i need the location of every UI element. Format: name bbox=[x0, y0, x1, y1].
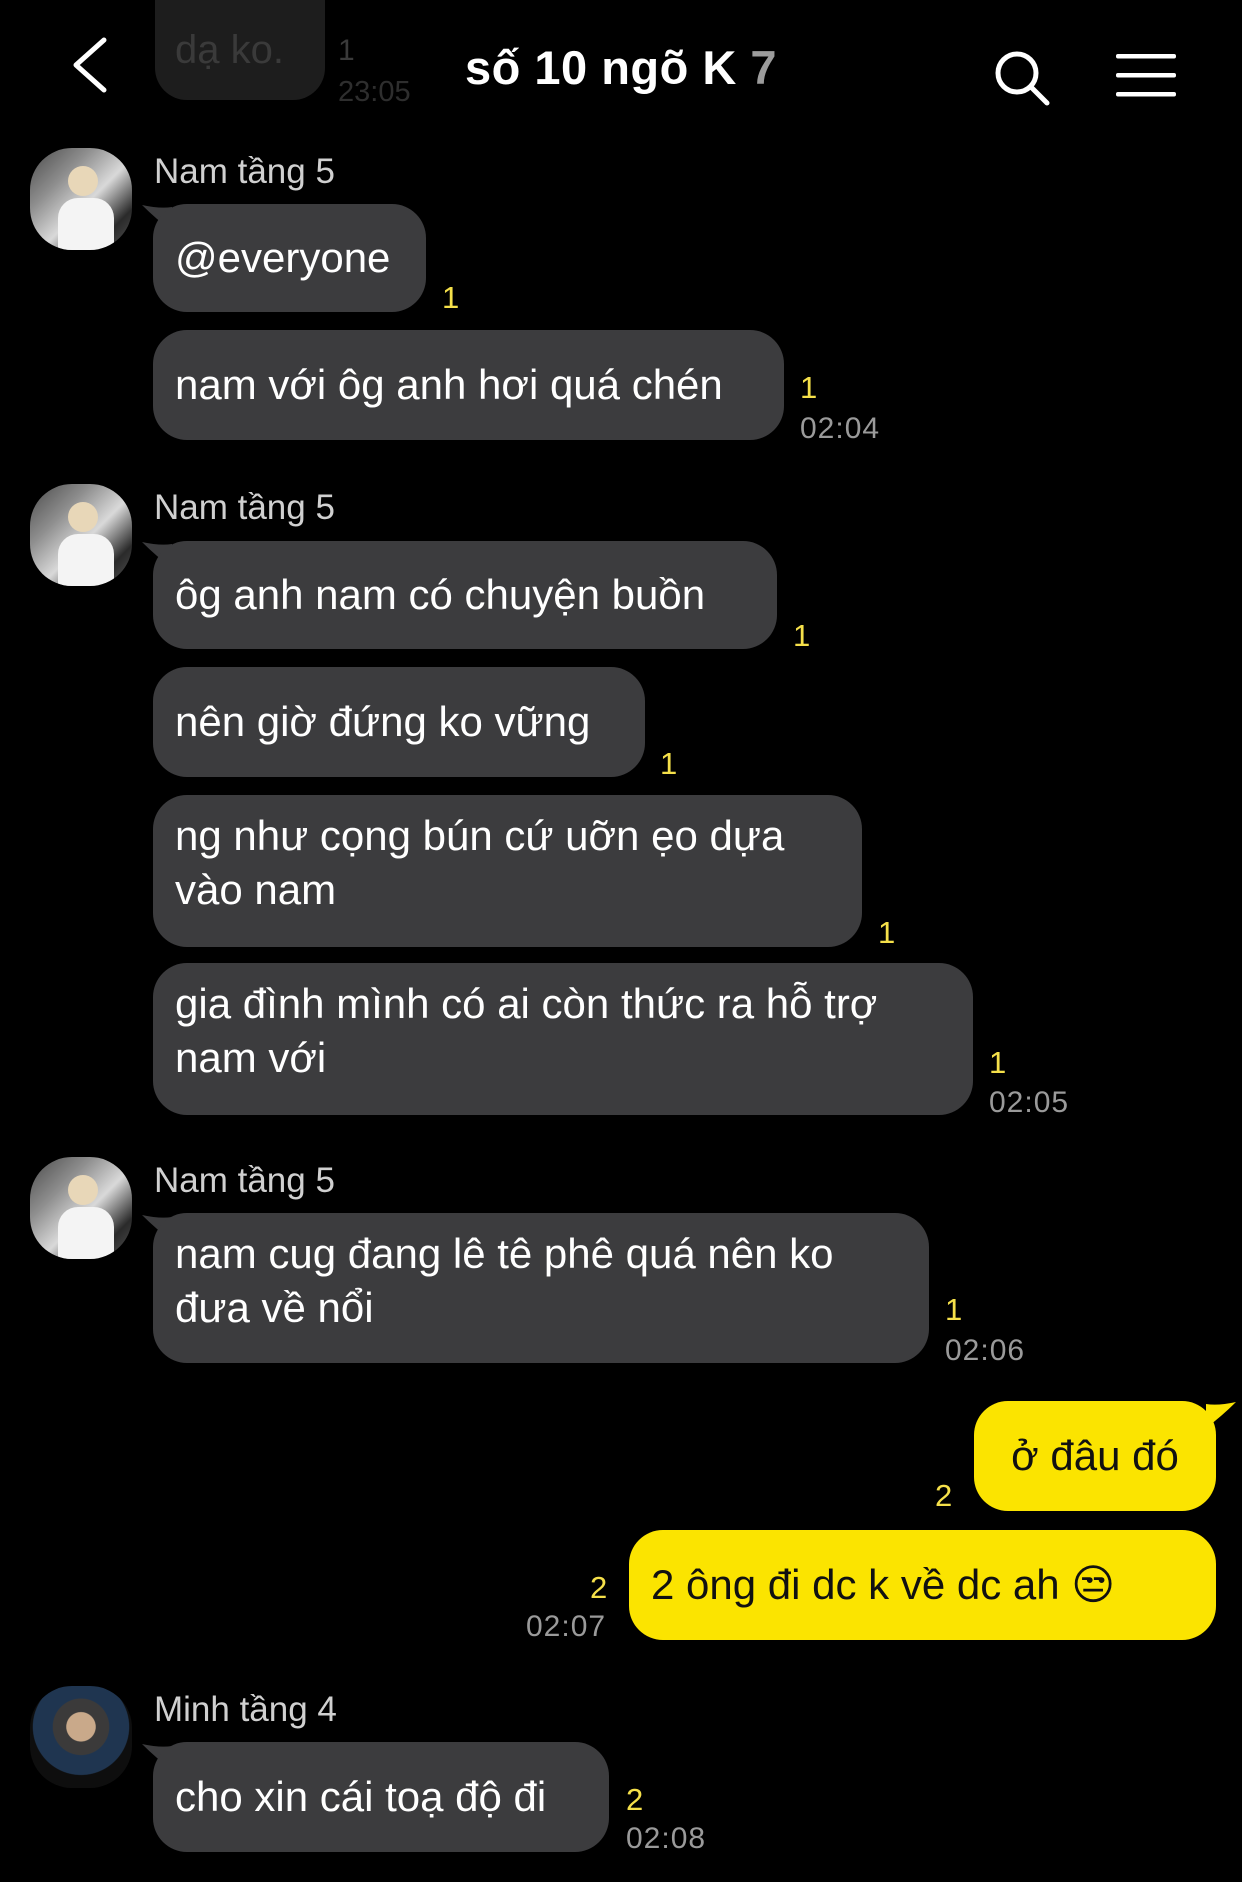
sender-name: Nam tầng 5 bbox=[154, 152, 335, 191]
message-text-line: vào nam bbox=[175, 866, 337, 913]
read-count: 1 bbox=[800, 370, 818, 405]
read-count: 1 bbox=[660, 746, 678, 781]
my-message-bubble[interactable]: 2 ông đi dc k về dc ah 😒 bbox=[629, 1530, 1216, 1640]
read-count: 2 bbox=[590, 1570, 608, 1605]
message-text: ôg anh nam có chuyện buồn bbox=[175, 571, 706, 618]
chat-name: số 10 ngõ K bbox=[464, 41, 737, 94]
message-bubble[interactable]: ôg anh nam có chuyện buồn bbox=[153, 541, 777, 649]
message-text-line: ng như cọng bún cứ uỡn ẹo dựa bbox=[175, 812, 785, 859]
timestamp: 02:04 bbox=[800, 412, 881, 445]
message-bubble[interactable]: ng như cọng bún cứ uỡn ẹo dựa vào nam bbox=[153, 795, 862, 947]
read-count: 1 bbox=[989, 1045, 1007, 1080]
avatar-nam[interactable] bbox=[30, 484, 132, 586]
message-bubble[interactable]: gia đình mình có ai còn thức ra hỗ trợ n… bbox=[153, 963, 973, 1115]
message-bubble[interactable]: cho xin cái toạ độ đi bbox=[153, 1742, 609, 1852]
sender-name: Nam tầng 5 bbox=[154, 1161, 335, 1200]
read-count: 1 bbox=[442, 280, 460, 315]
read-count: 2 bbox=[935, 1478, 953, 1513]
read-count: 1 bbox=[878, 915, 896, 950]
read-count: 1 bbox=[793, 618, 811, 653]
avatar-nam[interactable] bbox=[30, 148, 132, 250]
read-count: 2 bbox=[626, 1782, 644, 1817]
sender-name: Minh tầng 4 bbox=[154, 1690, 337, 1729]
timestamp: 02:08 bbox=[626, 1822, 707, 1855]
search-icon[interactable] bbox=[992, 48, 1052, 108]
message-text: 2 ông đi dc k về dc ah 😒 bbox=[651, 1561, 1116, 1608]
message-bubble[interactable]: @everyone bbox=[153, 204, 426, 312]
chat-title: số 10 ngõ K 7 bbox=[0, 40, 1242, 95]
message-text-line: nam với bbox=[175, 1034, 327, 1081]
timestamp: 02:06 bbox=[945, 1334, 1026, 1367]
member-count: 7 bbox=[750, 41, 778, 94]
message-text-line: gia đình mình có ai còn thức ra hỗ trợ bbox=[175, 980, 878, 1027]
message-bubble[interactable]: nam với ôg anh hơi quá chén bbox=[153, 330, 784, 440]
my-message-bubble[interactable]: ở đâu đó bbox=[974, 1401, 1216, 1511]
message-text: ở đâu đó bbox=[1011, 1432, 1179, 1479]
message-bubble[interactable]: nên giờ đứng ko vững bbox=[153, 667, 645, 777]
read-count: 1 bbox=[945, 1292, 963, 1327]
message-text: cho xin cái toạ độ đi bbox=[175, 1773, 547, 1820]
hamburger-menu-icon[interactable] bbox=[1115, 52, 1177, 98]
message-text: nên giờ đứng ko vững bbox=[175, 698, 591, 745]
message-text-line: đưa về nổi bbox=[175, 1284, 374, 1331]
message-text-line: nam cug đang lê tê phê quá nên ko bbox=[175, 1230, 834, 1277]
avatar-minh[interactable] bbox=[30, 1686, 132, 1788]
timestamp: 02:05 bbox=[989, 1086, 1070, 1119]
sender-name: Nam tầng 5 bbox=[154, 488, 335, 527]
message-text: nam với ôg anh hơi quá chén bbox=[175, 361, 723, 408]
message-bubble[interactable]: nam cug đang lê tê phê quá nên ko đưa về… bbox=[153, 1213, 929, 1363]
message-text: @everyone bbox=[175, 234, 391, 281]
avatar-nam[interactable] bbox=[30, 1157, 132, 1259]
timestamp: 02:07 bbox=[526, 1610, 607, 1643]
